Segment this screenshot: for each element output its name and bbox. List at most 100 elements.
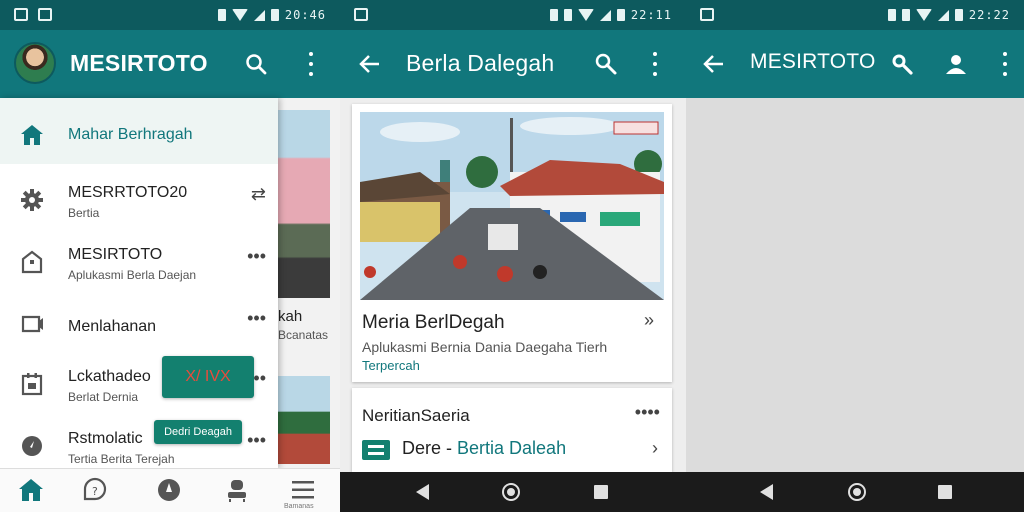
street-scene-image xyxy=(360,112,664,300)
drawer-item-title: Lckathadeo xyxy=(68,368,151,385)
people-icon[interactable] xyxy=(224,477,250,503)
nfc-icon xyxy=(887,9,896,21)
drawer-item-subtitle: Bertia xyxy=(68,206,100,220)
help-icon[interactable]: ? xyxy=(82,477,108,503)
article-photo xyxy=(360,112,664,300)
action-chip[interactable]: X/ IVX xyxy=(162,356,254,398)
more-vert-icon[interactable] xyxy=(652,52,658,76)
compass-icon xyxy=(22,436,42,456)
navigation-drawer: Mahar Berhragah MESRRTOTO20 Bertia ⇄ MES… xyxy=(0,98,278,468)
nav-home-icon[interactable] xyxy=(502,483,520,501)
notification-icon xyxy=(700,8,714,21)
settings-icon xyxy=(21,189,43,211)
signal-icon xyxy=(937,9,949,21)
more-vert-icon[interactable] xyxy=(1002,52,1008,76)
more-vert-icon[interactable] xyxy=(308,52,314,76)
chip-label: X/ IVX xyxy=(185,368,231,385)
wifi-icon xyxy=(915,9,932,21)
drawer-item-settings[interactable]: MESRRTOTO20 Bertia ⇄ xyxy=(0,174,278,236)
more-horiz-icon[interactable]: ••• xyxy=(247,308,266,329)
nav-recents-icon[interactable] xyxy=(594,485,608,499)
drawer-item-title: Menlahanan xyxy=(68,318,157,335)
section-card: NeritianSaeria •••• Dere - Bertia Daleah… xyxy=(352,388,672,472)
status-bar: 20:46 xyxy=(0,0,340,30)
app-bar: MESIRTOTO xyxy=(686,30,1024,98)
account-icon[interactable] xyxy=(944,52,968,76)
battery-icon xyxy=(270,9,279,21)
calendar-icon xyxy=(21,373,43,396)
back-arrow-icon[interactable] xyxy=(702,52,726,76)
screen-empty: 22:22 MESIRTOTO xyxy=(686,0,1024,512)
status-time: 20:46 xyxy=(284,8,326,22)
app-title: Berla Dalegah xyxy=(406,50,555,76)
home-outline-icon xyxy=(21,250,43,274)
search-icon[interactable] xyxy=(244,52,268,76)
nfc-icon xyxy=(549,9,558,21)
bottom-navigation: ? Bamanas xyxy=(0,468,340,512)
avatar[interactable] xyxy=(14,42,56,84)
status-bar: 22:22 xyxy=(686,0,1024,30)
list-icon xyxy=(362,440,390,460)
lock-icon xyxy=(901,9,910,21)
feed-photo xyxy=(278,376,330,464)
chevron-right-icon[interactable]: » xyxy=(644,310,654,331)
battery-icon xyxy=(954,9,963,21)
signal-icon xyxy=(599,9,611,21)
home-icon[interactable] xyxy=(18,477,44,503)
drawer-item-subtitle: Tertia Berita Terejah xyxy=(68,452,175,466)
drawer-item-menlahanan[interactable]: Menlahanan ••• xyxy=(0,298,278,360)
notification-icon xyxy=(354,8,368,21)
chevron-right-icon[interactable]: › xyxy=(652,438,658,459)
article-subtitle: Aplukasmi Bernia Dania Daegaha Tierh xyxy=(362,339,608,355)
app-bar: Berla Dalegah xyxy=(340,30,686,98)
article-card[interactable]: Meria BerlDegah Aplukasmi Bernia Dania D… xyxy=(352,104,672,382)
drawer-item-label: Mahar Berhragah xyxy=(68,126,193,143)
search-icon[interactable] xyxy=(594,52,618,76)
battery-icon xyxy=(616,9,625,21)
home-icon xyxy=(21,125,43,145)
svg-text:?: ? xyxy=(92,485,98,498)
gallery-notification-icon xyxy=(14,8,28,21)
nav-home-icon[interactable] xyxy=(848,483,866,501)
drawer-item-home[interactable]: Mahar Berhragah xyxy=(0,98,278,164)
screen-article: 22:11 Berla Dalegah Meria BerlDegah Aplu… xyxy=(340,0,686,512)
section-row-separator: - xyxy=(441,438,458,458)
app-title: MESIRTOTO xyxy=(750,50,876,73)
bottom-nav-label: Bamanas xyxy=(284,503,314,510)
feed-title: kah xyxy=(278,308,303,325)
more-horiz-icon[interactable]: ••• xyxy=(247,430,266,451)
nav-recents-icon[interactable] xyxy=(938,485,952,499)
menu-icon[interactable] xyxy=(290,477,316,503)
screen-drawer: 20:46 MESIRTOTO kah Bcanatas Mahar Berhr… xyxy=(0,0,340,512)
lock-icon xyxy=(563,9,572,21)
drawer-item-mesirtoto[interactable]: MESIRTOTO Aplukasmi Berla Daejan ••• xyxy=(0,236,278,298)
search-icon[interactable] xyxy=(890,52,914,76)
system-navigation-bar xyxy=(340,472,686,512)
more-horiz-icon[interactable]: •••• xyxy=(635,402,660,423)
back-arrow-icon[interactable] xyxy=(358,52,382,76)
background-feed: kah Bcanatas xyxy=(278,98,340,468)
more-horiz-icon[interactable]: ••• xyxy=(247,246,266,267)
status-time: 22:11 xyxy=(630,8,672,22)
chip-label: Dedri Deagah xyxy=(164,426,232,438)
status-time: 22:22 xyxy=(968,8,1010,22)
nav-back-icon[interactable] xyxy=(760,484,773,500)
section-row-text: Dere xyxy=(402,438,442,458)
explore-icon[interactable] xyxy=(156,477,182,503)
message-icon xyxy=(21,315,43,333)
section-row-highlight: Bertia Daleah xyxy=(457,438,567,458)
feed-subtitle: Bcanatas xyxy=(278,328,329,342)
action-chip[interactable]: Dedri Deagah xyxy=(154,420,242,444)
wifi-icon xyxy=(231,9,248,21)
nfc-icon xyxy=(217,9,226,21)
drawer-item-title: Rstmolatic xyxy=(68,430,143,447)
message-notification-icon xyxy=(38,8,52,21)
nav-back-icon[interactable] xyxy=(416,484,429,500)
status-bar: 22:11 xyxy=(340,0,686,30)
swap-icon[interactable]: ⇄ xyxy=(251,184,266,205)
section-row[interactable]: Dere - Bertia Daleah xyxy=(402,438,566,459)
signal-icon xyxy=(253,9,265,21)
drawer-item-title: MESIRTOTO xyxy=(68,246,163,263)
article-title: Meria BerlDegah xyxy=(362,312,505,333)
wifi-icon xyxy=(577,9,594,21)
